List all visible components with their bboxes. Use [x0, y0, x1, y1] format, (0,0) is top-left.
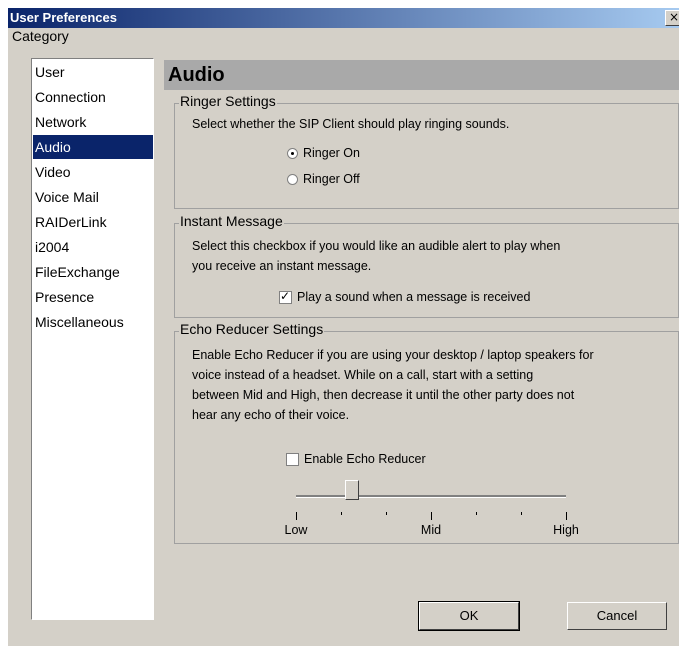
echo-reducer-title: Echo Reducer Settings [179, 321, 325, 337]
sidebar-item-miscellaneous[interactable]: Miscellaneous [33, 310, 153, 334]
sidebar-item-fileexchange[interactable]: FileExchange [33, 260, 153, 284]
im-description-line-1: Select this checkbox if you would like a… [192, 239, 561, 253]
slider-label-high: High [553, 523, 579, 537]
sidebar-item-network[interactable]: Network [33, 110, 153, 134]
sidebar-item-i2004[interactable]: i2004 [33, 235, 153, 259]
slider-tick [521, 512, 522, 515]
echo-reducer-group: Echo Reducer Settings Enable Echo Reduce… [174, 321, 679, 544]
sidebar-item-user[interactable]: User [33, 60, 153, 84]
echo-description-line-4: hear any echo of their voice. [192, 408, 350, 422]
slider-tick [476, 512, 477, 515]
instant-message-group: Instant Message Select this checkbox if … [174, 213, 679, 318]
enable-echo-reducer-label[interactable]: Enable Echo Reducer [304, 451, 426, 467]
slider-tick [431, 512, 432, 520]
ringer-off-radio[interactable] [287, 174, 298, 185]
im-description-line-2: you receive an instant message. [192, 259, 372, 273]
close-icon[interactable]: × [665, 10, 679, 26]
ringer-description: Select whether the SIP Client should pla… [192, 117, 510, 131]
echo-description-line-2: voice instead of a headset. While on a c… [192, 368, 534, 382]
sidebar-item-raiderlink[interactable]: RAIDerLink [33, 210, 153, 234]
echo-slider-thumb[interactable] [345, 480, 359, 500]
sidebar-item-connection[interactable]: Connection [33, 85, 153, 109]
sidebar-item-voice-mail[interactable]: Voice Mail [33, 185, 153, 209]
panel-title: Audio [164, 60, 679, 90]
sidebar-item-audio[interactable]: Audio [33, 135, 153, 159]
ringer-settings-title: Ringer Settings [179, 93, 277, 109]
window-title: User Preferences [10, 10, 117, 25]
sidebar-item-presence[interactable]: Presence [33, 285, 153, 309]
echo-description-line-1: Enable Echo Reducer if you are using you… [192, 348, 594, 362]
slider-tick [566, 512, 567, 520]
echo-slider-track[interactable] [296, 495, 566, 498]
instant-message-title: Instant Message [179, 213, 284, 229]
ringer-off-label[interactable]: Ringer Off [303, 171, 360, 187]
slider-tick [296, 512, 297, 520]
cancel-button[interactable]: Cancel [567, 602, 667, 630]
ringer-on-radio[interactable] [287, 148, 298, 159]
slider-label-mid: Mid [420, 523, 442, 537]
slider-label-low: Low [284, 523, 308, 537]
play-sound-label[interactable]: Play a sound when a message is received [297, 289, 530, 305]
checkmark-icon: ✓ [280, 289, 291, 303]
slider-tick [386, 512, 387, 515]
echo-description-line-3: between Mid and High, then decrease it u… [192, 388, 575, 402]
category-label: Category [12, 28, 69, 44]
sidebar-item-video[interactable]: Video [33, 160, 153, 184]
play-sound-checkbox[interactable]: ✓ [279, 289, 292, 304]
ringer-settings-group: Ringer Settings Select whether the SIP C… [174, 93, 679, 209]
ok-button[interactable]: OK [418, 601, 520, 631]
preferences-window: User Preferences × Category User Connect… [8, 8, 679, 646]
title-bar[interactable]: User Preferences × [8, 8, 679, 28]
slider-tick [341, 512, 342, 515]
category-list[interactable]: User Connection Network Audio Video Voic… [31, 58, 154, 620]
radio-selected-dot [291, 152, 294, 155]
ringer-on-label[interactable]: Ringer On [303, 145, 360, 161]
enable-echo-reducer-checkbox[interactable] [286, 453, 299, 466]
